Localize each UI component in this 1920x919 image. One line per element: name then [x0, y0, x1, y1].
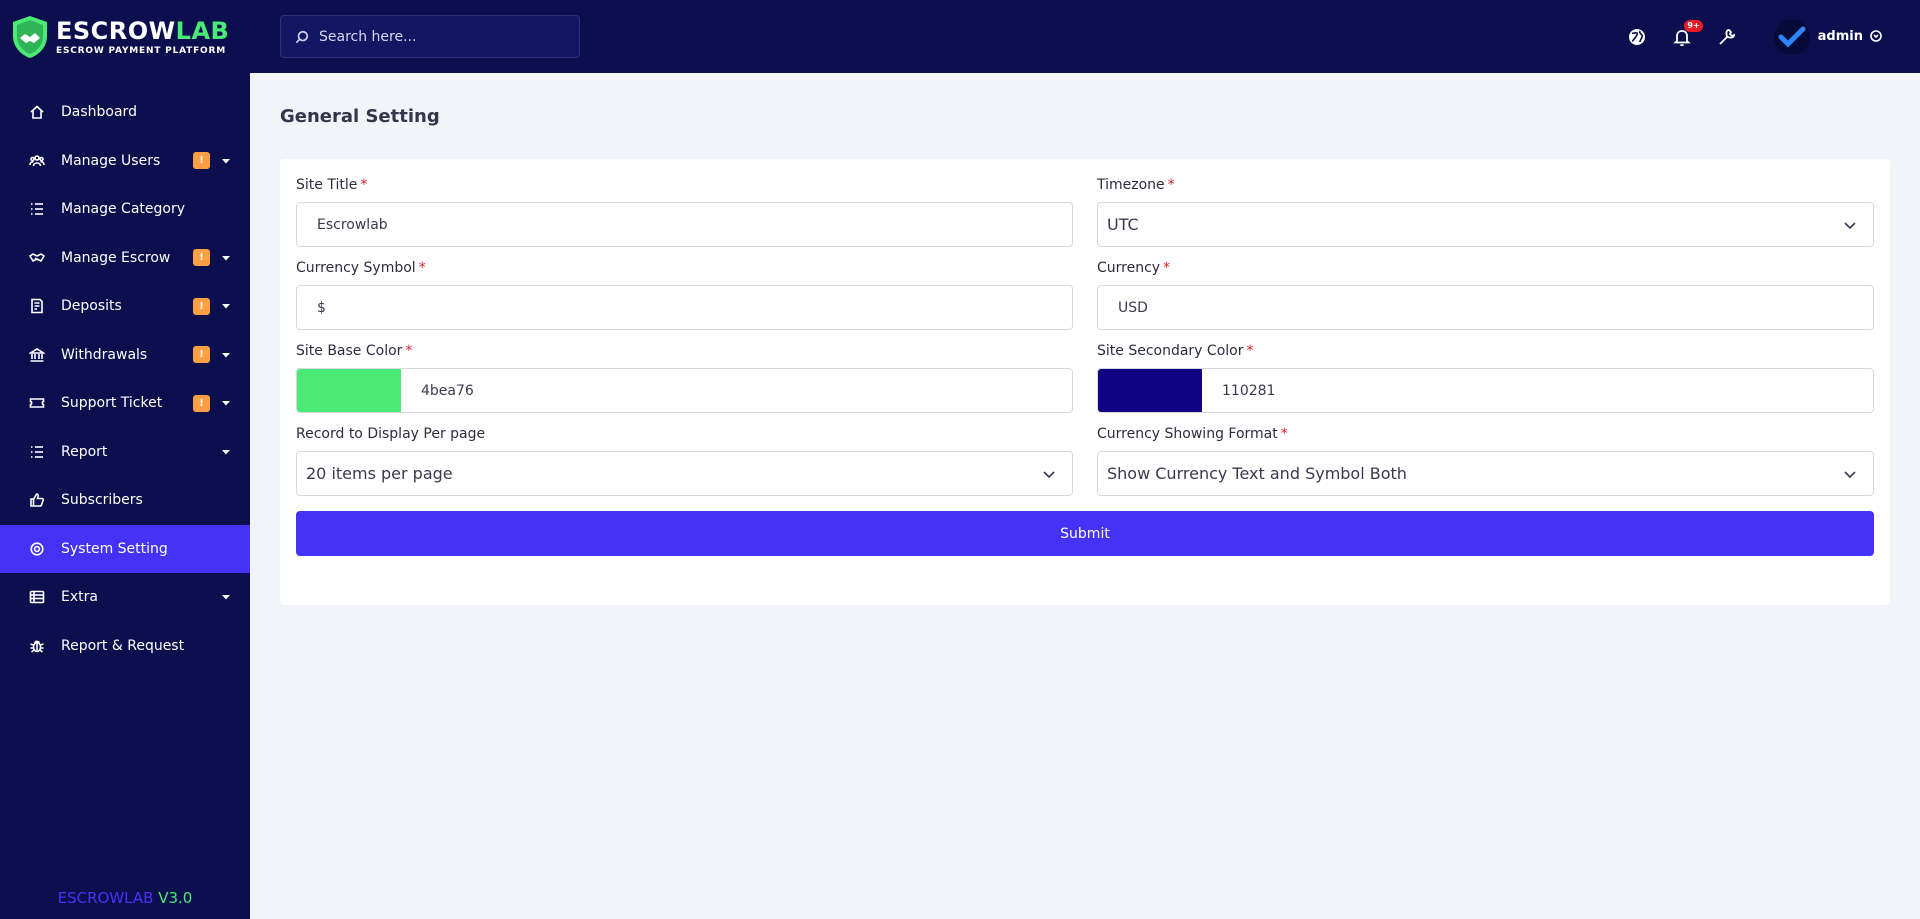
currency-label: Currency — [1097, 260, 1161, 276]
sidebar-item-label: Deposits — [61, 298, 122, 315]
page-title: General Setting — [280, 106, 440, 127]
chevron-down-icon — [1844, 221, 1856, 229]
list-icon — [28, 200, 46, 218]
sidebar-item-label: Extra — [61, 589, 98, 606]
sidebar-item-system-setting[interactable]: System Setting — [0, 524, 250, 573]
currency-symbol-input[interactable]: $ — [296, 285, 1073, 330]
admin-name[interactable]: admin — [1818, 29, 1863, 44]
chevron-down-icon — [1844, 470, 1856, 478]
alert-badge: ! — [193, 297, 210, 315]
wrench-icon[interactable] — [1715, 25, 1739, 49]
currency-format-label: Currency Showing Format — [1097, 426, 1278, 442]
currency-input[interactable]: USD — [1097, 285, 1874, 330]
secondary-color-input[interactable]: 110281 — [1222, 383, 1275, 399]
chevron-down-icon[interactable] — [220, 155, 232, 167]
sidebar-item-dashboard[interactable]: Dashboard — [0, 88, 250, 137]
currency-format-select[interactable]: Show Currency Text and Symbol Both — [1097, 451, 1874, 496]
submit-button[interactable]: Submit — [296, 511, 1874, 556]
search-box[interactable] — [280, 15, 580, 58]
ticket-icon — [28, 394, 46, 412]
version-label: ESCROWLAB V3.0 — [57, 889, 193, 907]
main-content: General Setting Site Title * Escrowlab Ti… — [250, 73, 1920, 919]
chevron-down-icon[interactable] — [220, 300, 232, 312]
sidebar-item-label: Support Ticket — [61, 395, 163, 412]
sidebar-item-deposits[interactable]: Deposits! — [0, 282, 250, 331]
sidebar-item-manage-users[interactable]: Manage Users! — [0, 137, 250, 186]
secondary-color-picker[interactable] — [1098, 369, 1202, 412]
site-title-input[interactable]: Escrowlab — [296, 202, 1073, 247]
receipt-icon — [28, 297, 46, 315]
per-page-select[interactable]: 20 items per page — [296, 451, 1073, 496]
notification-bell-icon[interactable]: 9+ — [1670, 19, 1703, 49]
sidebar-item-label: Manage Escrow — [61, 249, 171, 266]
sidebar-item-label: Dashboard — [61, 104, 137, 121]
brand-tagline: ESCROW PAYMENT PLATFORM — [56, 45, 226, 56]
sidebar-item-manage-category[interactable]: Manage Category — [0, 185, 250, 234]
alert-badge: ! — [193, 152, 210, 170]
secondary-color-field: 110281 — [1097, 368, 1874, 413]
bank-icon — [28, 346, 46, 364]
notification-count-badge: 9+ — [1684, 19, 1703, 32]
chevron-down-circle-icon[interactable] — [1870, 27, 1882, 46]
alert-badge: ! — [193, 394, 210, 412]
globe-icon[interactable] — [1625, 25, 1649, 49]
topbar: 9+ admin — [250, 0, 1920, 73]
base-color-input[interactable]: 4bea76 — [421, 383, 474, 399]
thumbs-up-icon — [28, 491, 46, 509]
home-icon — [28, 103, 46, 121]
topbar-actions: 9+ admin — [1625, 0, 1882, 73]
sidebar-item-extra[interactable]: Extra — [0, 573, 250, 622]
base-color-picker[interactable] — [297, 369, 401, 412]
sidebar-item-label: System Setting — [61, 540, 168, 557]
search-icon — [295, 30, 309, 43]
chevron-down-icon[interactable] — [220, 397, 232, 409]
timezone-select[interactable]: UTC — [1097, 202, 1874, 247]
sidebar-item-report[interactable]: Report — [0, 428, 250, 477]
alert-badge: ! — [193, 346, 210, 364]
chevron-down-icon[interactable] — [220, 349, 232, 361]
chevron-down-icon[interactable] — [220, 591, 232, 603]
sidebar-item-label: Report — [61, 443, 108, 460]
brand-logo[interactable]: ESCROWLAB ESCROW PAYMENT PLATFORM — [0, 0, 250, 73]
general-setting-form: Site Title * Escrowlab Timezone * UTC Curr… — [280, 159, 1890, 605]
alert-badge: ! — [193, 249, 210, 267]
sidebar-item-manage-escrow[interactable]: Manage Escrow! — [0, 234, 250, 283]
bug-icon — [28, 637, 46, 655]
base-color-label: Site Base Color — [296, 343, 403, 359]
settings-icon — [28, 540, 46, 558]
sidebar-item-report-request[interactable]: Report & Request — [0, 622, 250, 671]
sidebar-item-label: Subscribers — [61, 492, 143, 509]
check-logo-icon — [1778, 26, 1806, 48]
sidebar-item-label: Report & Request — [61, 637, 185, 654]
currency-symbol-label: Currency Symbol — [296, 260, 416, 276]
list-icon — [28, 443, 46, 461]
sidebar-item-support-ticket[interactable]: Support Ticket! — [0, 379, 250, 428]
chevron-down-icon[interactable] — [220, 252, 232, 264]
secondary-color-label: Site Secondary Color — [1097, 343, 1244, 359]
site-title-label: Site Title — [296, 177, 358, 193]
per-page-label: Record to Display Per page — [296, 426, 486, 442]
table-icon — [28, 588, 46, 606]
sidebar-item-label: Withdrawals — [61, 346, 148, 363]
users-icon — [28, 152, 46, 170]
avatar[interactable] — [1773, 18, 1810, 55]
sidebar-item-label: Manage Users — [61, 152, 161, 169]
timezone-label: Timezone — [1097, 177, 1165, 193]
shield-logo-icon — [13, 15, 47, 58]
search-input[interactable] — [319, 28, 559, 45]
chevron-down-icon — [1043, 470, 1055, 478]
sidebar-nav: Dashboard Manage Users! Manage Category Man… — [0, 88, 250, 670]
handshake-icon — [28, 249, 46, 267]
base-color-field: 4bea76 — [296, 368, 1073, 413]
brand-name: ESCROWLAB — [56, 16, 230, 45]
sidebar-item-withdrawals[interactable]: Withdrawals! — [0, 331, 250, 380]
sidebar: ESCROWLAB ESCROW PAYMENT PLATFORM Dashbo… — [0, 0, 250, 919]
sidebar-item-label: Manage Category — [61, 201, 186, 218]
sidebar-item-subscribers[interactable]: Subscribers — [0, 476, 250, 525]
chevron-down-icon[interactable] — [220, 446, 232, 458]
